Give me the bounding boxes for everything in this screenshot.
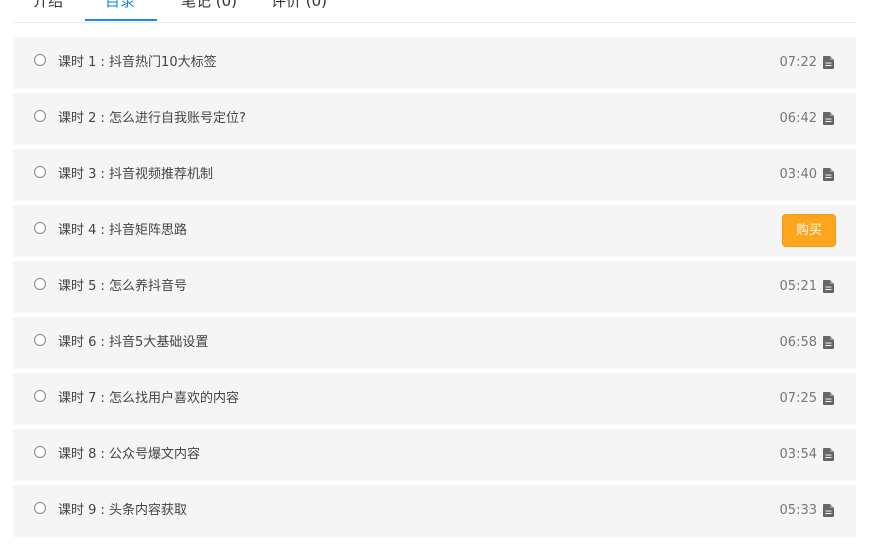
lesson-row-9[interactable]: 课时 9 : 头条内容获取 05:33 bbox=[13, 485, 856, 537]
file-icon bbox=[823, 280, 834, 293]
tab-catalog[interactable]: 目录 bbox=[105, 0, 135, 11]
lesson-title[interactable]: 课时 3 : 抖音视频推荐机制 bbox=[58, 165, 213, 185]
file-icon bbox=[823, 112, 834, 125]
lesson-duration: 07:25 bbox=[779, 391, 817, 406]
file-icon bbox=[823, 504, 834, 517]
lesson-row-1[interactable]: 课时 1 : 抖音热门10大标签 07:22 bbox=[13, 37, 856, 89]
lesson-list: 课时 1 : 抖音热门10大标签 07:22 课时 2 : 怎么进行自我账号定位… bbox=[13, 37, 856, 541]
buy-button[interactable]: 购买 bbox=[782, 214, 836, 247]
lesson-title[interactable]: 课时 4 : 抖音矩阵思路 bbox=[58, 221, 187, 241]
file-icon bbox=[823, 392, 834, 405]
lesson-duration: 03:40 bbox=[779, 167, 817, 182]
lesson-duration: 07:22 bbox=[779, 55, 817, 70]
lesson-duration: 05:21 bbox=[779, 279, 817, 294]
radio-unchecked-icon[interactable] bbox=[34, 278, 46, 290]
active-tab-underline bbox=[85, 19, 157, 21]
lesson-row-5[interactable]: 课时 5 : 怎么养抖音号 05:21 bbox=[13, 261, 856, 313]
tab-notes[interactable]: 笔记 (0) bbox=[181, 0, 237, 11]
file-icon bbox=[823, 56, 834, 69]
radio-unchecked-icon[interactable] bbox=[34, 166, 46, 178]
radio-unchecked-icon[interactable] bbox=[34, 54, 46, 66]
lesson-row-2[interactable]: 课时 2 : 怎么进行自我账号定位? 06:42 bbox=[13, 93, 856, 145]
lesson-title[interactable]: 课时 2 : 怎么进行自我账号定位? bbox=[58, 109, 246, 129]
lesson-title[interactable]: 课时 9 : 头条内容获取 bbox=[58, 501, 187, 521]
file-icon bbox=[823, 448, 834, 461]
lesson-row-4[interactable]: 课时 4 : 抖音矩阵思路 购买 bbox=[13, 205, 856, 257]
course-tabs: 介绍 目录 笔记 (0) 评价 (0) bbox=[13, 0, 856, 23]
lesson-title[interactable]: 课时 8 : 公众号爆文内容 bbox=[58, 445, 200, 465]
course-catalog-page: 介绍 目录 笔记 (0) 评价 (0) 课时 1 : 抖音热门10大标签 07:… bbox=[0, 0, 872, 549]
lesson-row-7[interactable]: 课时 7 : 怎么找用户喜欢的内容 07:25 bbox=[13, 373, 856, 425]
tab-reviews[interactable]: 评价 (0) bbox=[271, 0, 327, 11]
lesson-title[interactable]: 课时 6 : 抖音5大基础设置 bbox=[58, 333, 208, 353]
file-icon bbox=[823, 168, 834, 181]
lesson-duration: 05:33 bbox=[779, 503, 817, 518]
lesson-row-3[interactable]: 课时 3 : 抖音视频推荐机制 03:40 bbox=[13, 149, 856, 201]
lesson-duration: 03:54 bbox=[779, 447, 817, 462]
radio-unchecked-icon[interactable] bbox=[34, 222, 46, 234]
radio-unchecked-icon[interactable] bbox=[34, 446, 46, 458]
lesson-duration: 06:42 bbox=[779, 111, 817, 126]
tab-intro[interactable]: 介绍 bbox=[33, 0, 63, 11]
lesson-duration: 06:58 bbox=[779, 335, 817, 350]
radio-unchecked-icon[interactable] bbox=[34, 110, 46, 122]
radio-unchecked-icon[interactable] bbox=[34, 502, 46, 514]
lesson-row-8[interactable]: 课时 8 : 公众号爆文内容 03:54 bbox=[13, 429, 856, 481]
lesson-title[interactable]: 课时 5 : 怎么养抖音号 bbox=[58, 277, 187, 297]
file-icon bbox=[823, 336, 834, 349]
lesson-title[interactable]: 课时 7 : 怎么找用户喜欢的内容 bbox=[58, 389, 239, 409]
radio-unchecked-icon[interactable] bbox=[34, 334, 46, 346]
lesson-row-6[interactable]: 课时 6 : 抖音5大基础设置 06:58 bbox=[13, 317, 856, 369]
lesson-title[interactable]: 课时 1 : 抖音热门10大标签 bbox=[58, 53, 217, 73]
radio-unchecked-icon[interactable] bbox=[34, 390, 46, 402]
